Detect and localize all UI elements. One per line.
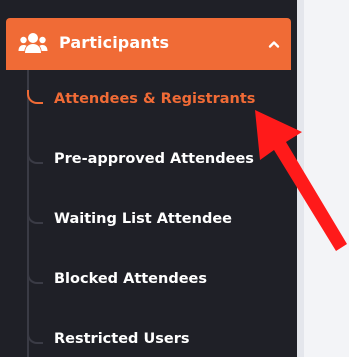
tree-branch — [27, 150, 43, 164]
sidebar-item-restricted-users[interactable]: Restricted Users — [27, 322, 291, 357]
sidebar-top-strip — [0, 0, 297, 14]
chevron-up-icon[interactable] — [268, 38, 280, 50]
users-group-icon — [18, 33, 48, 53]
sidebar-item-label: Waiting List Attendee — [54, 211, 232, 227]
tree-branch — [27, 330, 43, 344]
sidebar-item-label: Restricted Users — [54, 331, 190, 347]
sidebar-section-participants[interactable]: Participants — [6, 18, 291, 70]
sidebar-item-label: Blocked Attendees — [54, 271, 208, 287]
sidebar-item-label: Pre-approved Attendees — [54, 151, 254, 167]
tree-branch — [27, 90, 43, 104]
section-label: Participants — [59, 33, 170, 52]
sidebar-item-blocked-attendees[interactable]: Blocked Attendees — [27, 262, 291, 302]
red-pointer-arrow-icon — [255, 110, 347, 251]
tree-branch — [27, 210, 43, 224]
tree-branch — [27, 270, 43, 284]
sidebar-item-label: Attendees & Registrants — [54, 91, 256, 107]
